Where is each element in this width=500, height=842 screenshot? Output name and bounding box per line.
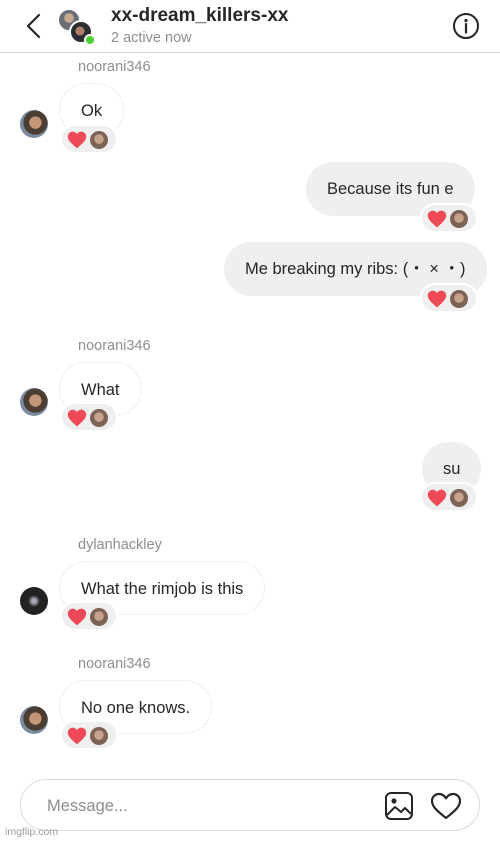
chat-title[interactable]: xx-dream_killers-xx [111, 5, 288, 27]
reaction-badge[interactable] [60, 402, 118, 432]
reactor-avatar [450, 489, 468, 507]
reaction-badge[interactable] [60, 124, 118, 154]
heart-icon [427, 290, 447, 308]
sender-avatar[interactable] [20, 706, 48, 734]
reaction-badge[interactable] [420, 203, 478, 233]
sender-username: dylanhackley [78, 537, 162, 553]
reaction-badge[interactable] [60, 720, 118, 750]
heart-icon [67, 131, 87, 149]
reactor-avatar [90, 131, 108, 149]
sender-username: noorani346 [78, 338, 151, 354]
sender-username: noorani346 [78, 656, 151, 672]
reaction-badge[interactable] [420, 283, 478, 313]
reactor-avatar [450, 210, 468, 228]
sender-avatar[interactable] [20, 587, 48, 615]
sender-avatar[interactable] [20, 110, 48, 138]
message-input[interactable] [47, 792, 367, 820]
message-composer [20, 779, 480, 831]
heart-icon [67, 409, 87, 427]
reactor-avatar [450, 290, 468, 308]
info-icon[interactable] [452, 12, 480, 40]
group-avatar[interactable] [57, 8, 97, 46]
reactor-avatar [90, 608, 108, 626]
reaction-badge[interactable] [420, 482, 478, 512]
gallery-icon[interactable] [384, 791, 414, 821]
active-status: 2 active now [111, 30, 192, 46]
reaction-badge[interactable] [60, 601, 118, 631]
heart-icon [67, 727, 87, 745]
heart-icon [67, 608, 87, 626]
heart-outline-icon[interactable] [430, 792, 462, 820]
reactor-avatar [90, 409, 108, 427]
sender-username: noorani346 [78, 59, 151, 75]
imgflip-watermark: imgflip.com [5, 826, 59, 838]
reactor-avatar [90, 727, 108, 745]
back-arrow-icon[interactable] [22, 12, 46, 40]
chat-header: xx-dream_killers-xx 2 active now [0, 0, 500, 53]
sender-avatar[interactable] [20, 388, 48, 416]
heart-icon [427, 210, 447, 228]
heart-icon [427, 489, 447, 507]
online-status-dot [84, 34, 96, 46]
